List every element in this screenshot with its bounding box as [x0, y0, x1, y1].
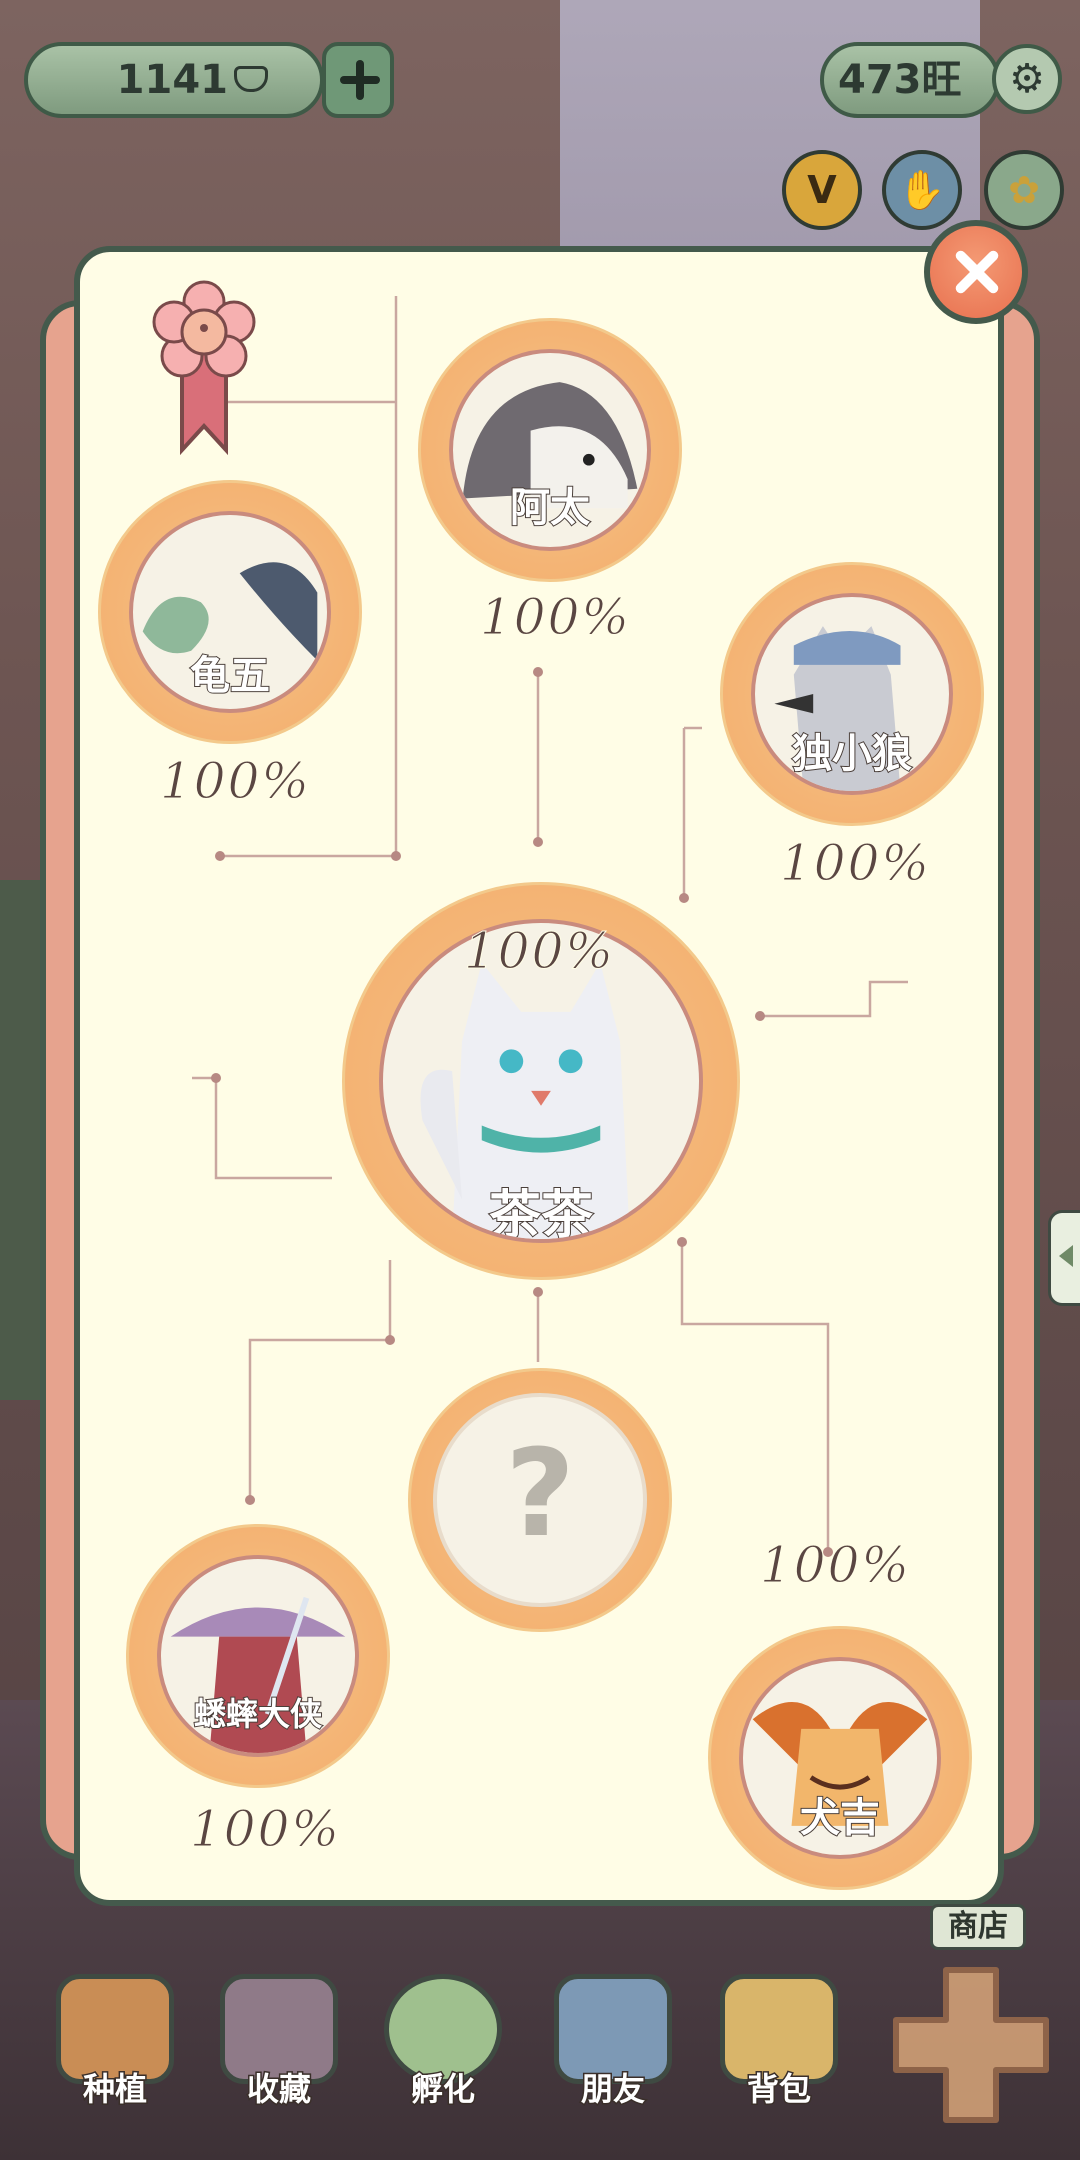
nav-hatch-button[interactable]: 孵化	[368, 1968, 518, 2118]
nav-label: 收藏	[245, 2069, 312, 2110]
nav-collection-button[interactable]: 收藏	[204, 1968, 354, 2118]
nav-plant-button[interactable]: 种植	[40, 1968, 190, 2118]
vip-button[interactable]: V	[782, 150, 862, 230]
character-node-atai[interactable]: 阿太	[418, 318, 682, 582]
character-node-duxiaolang[interactable]: 独小狼	[720, 562, 984, 826]
affinity-percent: 100%	[780, 834, 931, 893]
affinity-percent: 100%	[760, 1536, 911, 1595]
room-shelf	[0, 880, 40, 1400]
coin-counter: 1141	[24, 42, 324, 118]
question-mark-icon: ?	[505, 1425, 575, 1564]
relationship-panel: 龟五 100% 阿太 100% 独小狼 100% 茶茶 100% ? 蟋蟀大侠 …	[74, 246, 1004, 1906]
affinity-percent: 100%	[480, 588, 631, 647]
coin-value: 1141	[116, 57, 228, 103]
nav-backpack-button[interactable]: 背包	[704, 1968, 854, 2118]
wang-value: 473旺	[838, 57, 962, 103]
character-name: 犬吉	[799, 1794, 881, 1842]
affinity-percent: 100%	[464, 922, 615, 981]
nav-label: 朋友	[579, 2069, 646, 2110]
character-name: 独小狼	[791, 730, 913, 778]
character-name: 蟋蟀大侠	[193, 1694, 323, 1734]
wang-counter: 473旺	[820, 42, 1000, 118]
hand-button[interactable]: ✋	[882, 150, 962, 230]
character-name: 阿太	[509, 484, 591, 532]
gear-icon: ⚙	[1009, 56, 1045, 102]
settings-button[interactable]: ⚙	[992, 44, 1062, 114]
character-name: 龟五	[189, 652, 271, 700]
flower-ribbon-icon	[152, 280, 256, 456]
ingot-icon	[234, 66, 268, 92]
cross-menu-button[interactable]	[886, 1960, 1056, 2130]
affinity-percent: 100%	[190, 1800, 341, 1859]
nav-friends-button[interactable]: 朋友	[538, 1968, 688, 2118]
nav-label: 背包	[745, 2069, 812, 2110]
add-coins-button[interactable]	[322, 42, 394, 118]
nav-label: 孵化	[409, 2069, 476, 2110]
character-name: 茶茶	[488, 1185, 594, 1243]
close-button[interactable]	[924, 220, 1028, 324]
character-node-unknown[interactable]: ?	[408, 1368, 672, 1632]
character-node-quanji[interactable]: 犬吉	[708, 1626, 972, 1890]
character-node-guiwu[interactable]: 龟五	[98, 480, 362, 744]
shop-label[interactable]: 商店	[930, 1904, 1026, 1950]
ginkgo-button[interactable]: ✿	[984, 150, 1064, 230]
side-drawer-tab[interactable]	[1048, 1210, 1080, 1306]
character-node-xishuai[interactable]: 蟋蟀大侠	[126, 1524, 390, 1788]
nav-label: 种植	[81, 2069, 148, 2110]
affinity-percent: 100%	[160, 752, 311, 811]
